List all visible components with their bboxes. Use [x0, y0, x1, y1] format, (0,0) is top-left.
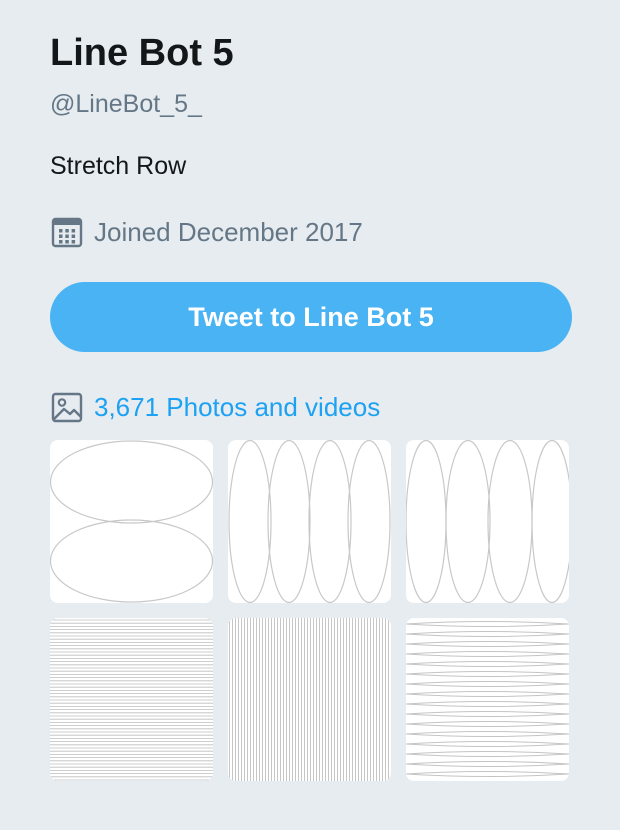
media-thumbnail[interactable] — [50, 440, 213, 603]
join-date: Joined December 2017 — [50, 214, 363, 250]
calendar-icon — [50, 215, 84, 249]
photos-videos-label: 3,671 Photos and videos — [94, 392, 381, 422]
join-date-label: Joined December 2017 — [94, 217, 363, 247]
photos-videos-link[interactable]: 3,671 Photos and videos — [50, 388, 380, 426]
ellipse-drawing — [228, 440, 391, 603]
ellipse-drawing — [50, 440, 213, 603]
profile-name: Line Bot 5 — [50, 32, 234, 74]
tweet-to-button[interactable]: Tweet to Line Bot 5 — [50, 282, 572, 352]
line-drawing — [50, 619, 213, 781]
media-thumbnail[interactable] — [50, 618, 213, 781]
profile-bio: Stretch Row — [50, 152, 187, 180]
line-drawing — [229, 618, 389, 781]
image-icon — [50, 390, 84, 424]
media-thumbnail[interactable] — [406, 440, 569, 603]
media-thumbnail[interactable] — [406, 618, 569, 781]
lens-drawing — [406, 621, 569, 777]
media-thumbnail[interactable] — [228, 618, 391, 781]
profile-handle[interactable]: @LineBot_5_ — [50, 88, 202, 120]
ellipse-drawing — [406, 440, 569, 603]
media-thumbnail[interactable] — [228, 440, 391, 603]
